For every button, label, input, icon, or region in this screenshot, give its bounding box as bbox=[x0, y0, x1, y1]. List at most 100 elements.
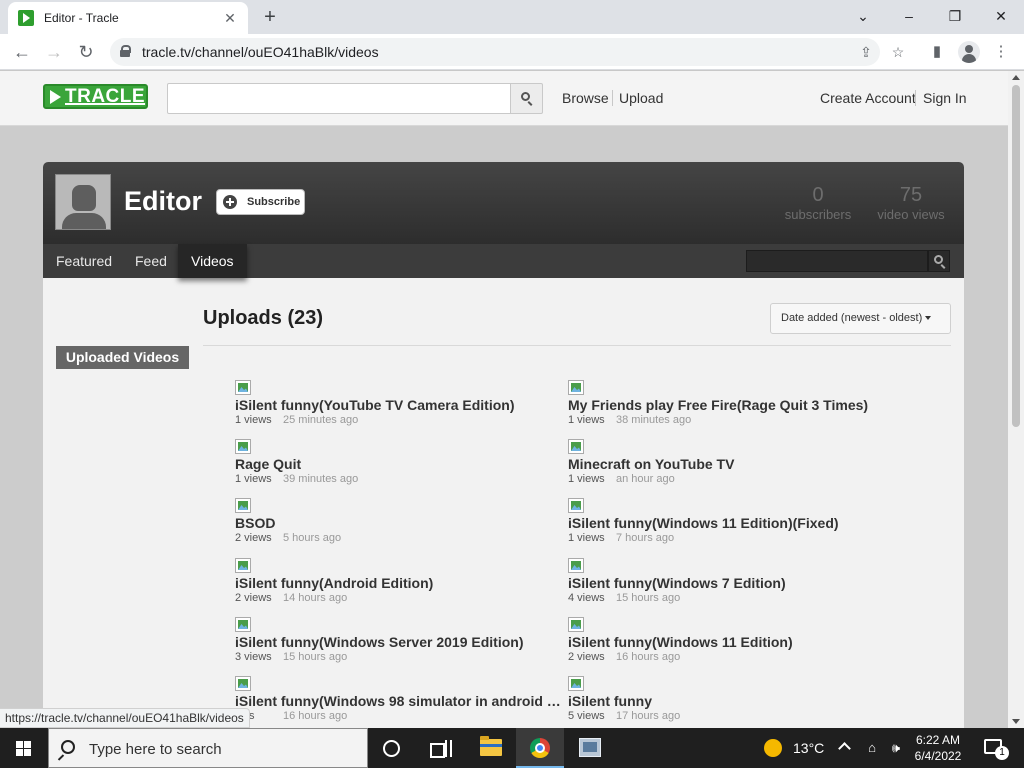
tray-chevron-up-icon[interactable] bbox=[838, 742, 851, 755]
video-item[interactable]: iSilent funny(Windows 7 Edition) 4 views 1… bbox=[568, 558, 898, 612]
network-icon[interactable]: ⌂ bbox=[862, 739, 882, 757]
back-icon[interactable]: ← bbox=[10, 40, 34, 64]
video-item[interactable]: iSilent funny(Windows 11 Edition) 2 views… bbox=[568, 617, 898, 671]
video-title[interactable]: iSilent funny(Windows 11 Edition)(Fixed) bbox=[568, 515, 898, 531]
video-thumbnail-icon[interactable] bbox=[568, 380, 584, 395]
tab-close-icon[interactable]: ✕ bbox=[222, 10, 238, 27]
temperature[interactable]: 13°C bbox=[793, 740, 824, 756]
video-upload-time: 38 minutes ago bbox=[616, 414, 692, 426]
channel-search-input[interactable] bbox=[746, 250, 928, 272]
cortana-icon[interactable] bbox=[383, 740, 400, 757]
video-item[interactable]: Rage Quit 1 views 39 minutes ago bbox=[235, 439, 565, 493]
video-title[interactable]: Minecraft on YouTube TV bbox=[568, 456, 898, 472]
sort-dropdown[interactable]: Date added (newest - oldest) bbox=[770, 303, 951, 334]
bookmark-star-icon[interactable]: ☆ bbox=[888, 42, 908, 62]
video-title[interactable]: BSOD bbox=[235, 515, 565, 531]
volume-icon[interactable]: 🕪 bbox=[886, 739, 906, 757]
channel-avatar[interactable] bbox=[55, 174, 111, 230]
video-title[interactable]: iSilent funny(Windows 7 Edition) bbox=[568, 575, 898, 591]
tab-feed[interactable]: Feed bbox=[122, 244, 180, 278]
video-views: 1 views bbox=[568, 473, 605, 485]
video-title[interactable]: iSilent funny(Windows 11 Edition) bbox=[568, 634, 898, 650]
video-thumbnail-icon[interactable] bbox=[235, 676, 251, 691]
video-title[interactable]: iSilent funny bbox=[568, 693, 898, 709]
video-thumbnail-icon[interactable] bbox=[568, 676, 584, 691]
video-item[interactable]: iSilent funny 5 views 17 hours ago bbox=[568, 676, 898, 728]
new-tab-button[interactable]: + bbox=[258, 5, 282, 29]
task-view-icon[interactable] bbox=[430, 740, 452, 758]
video-thumbnail-icon[interactable] bbox=[568, 498, 584, 513]
reload-icon[interactable]: ↻ bbox=[74, 40, 98, 64]
browser-tab[interactable]: Editor - Tracle ✕ bbox=[8, 2, 248, 34]
address-bar[interactable]: tracle.tv/channel/ouEO41haBlk/videos ⇪ ☆ bbox=[110, 38, 904, 66]
video-title[interactable]: iSilent funny(Windows Server 2019 Editio… bbox=[235, 634, 565, 650]
address-url[interactable]: tracle.tv/channel/ouEO41haBlk/videos bbox=[142, 44, 379, 60]
video-item[interactable]: Minecraft on YouTube TV 1 views an hour ag… bbox=[568, 439, 898, 493]
taskbar-search-box[interactable]: Type here to search bbox=[48, 728, 368, 768]
tracle-favicon-icon bbox=[18, 10, 34, 26]
subscriber-label: subscribers bbox=[784, 207, 852, 222]
page-scrollbar[interactable] bbox=[1008, 71, 1024, 728]
video-item[interactable]: iSilent funny(YouTube TV Camera Edition)… bbox=[235, 380, 565, 434]
video-thumbnail-icon[interactable] bbox=[235, 380, 251, 395]
video-views: 2 views bbox=[235, 532, 272, 544]
side-panel-icon[interactable]: ▮ bbox=[926, 41, 948, 63]
tab-search-chevron-icon[interactable]: ⌄ bbox=[840, 4, 886, 28]
upload-link[interactable]: Upload bbox=[619, 90, 663, 106]
video-thumbnail-icon[interactable] bbox=[235, 558, 251, 573]
video-title[interactable]: iSilent funny(Android Edition) bbox=[235, 575, 565, 591]
clock[interactable]: 6:22 AM 6/4/2022 bbox=[912, 732, 964, 764]
scroll-up-icon[interactable] bbox=[1012, 75, 1020, 80]
sort-label: Date added (newest - oldest) bbox=[781, 312, 923, 324]
browser-menu-icon[interactable]: ⋮ bbox=[990, 41, 1012, 63]
video-item[interactable]: iSilent funny(Windows 11 Edition)(Fixed)… bbox=[568, 498, 898, 552]
video-thumbnail-icon[interactable] bbox=[235, 439, 251, 454]
video-view-count: 75 bbox=[899, 184, 923, 206]
video-title[interactable]: My Friends play Free Fire(Rage Quit 3 Ti… bbox=[568, 397, 898, 413]
forward-icon[interactable]: → bbox=[42, 40, 66, 64]
video-thumbnail-icon[interactable] bbox=[235, 617, 251, 632]
video-views: 1 views bbox=[568, 414, 605, 426]
scroll-down-icon[interactable] bbox=[1012, 719, 1020, 724]
uploaded-videos-button[interactable]: Uploaded Videos bbox=[56, 346, 189, 369]
video-item[interactable]: My Friends play Free Fire(Rage Quit 3 Ti… bbox=[568, 380, 898, 434]
site-search-input[interactable] bbox=[167, 83, 511, 114]
browse-link[interactable]: Browse bbox=[562, 90, 609, 106]
tracle-logo[interactable]: TRACLE bbox=[43, 84, 148, 109]
video-item[interactable]: BSOD 2 views 5 hours ago bbox=[235, 498, 565, 552]
subscribe-button[interactable]: Subscribe bbox=[216, 189, 305, 215]
video-thumbnail-icon[interactable] bbox=[568, 617, 584, 632]
video-thumbnail-icon[interactable] bbox=[568, 439, 584, 454]
tab-featured[interactable]: Featured bbox=[43, 244, 125, 278]
channel-search-button[interactable] bbox=[928, 250, 950, 272]
share-icon[interactable]: ⇪ bbox=[856, 42, 876, 62]
chrome-taskbar-button[interactable] bbox=[516, 728, 564, 768]
start-button[interactable] bbox=[0, 728, 48, 768]
restore-button[interactable]: ❐ bbox=[932, 4, 978, 28]
site-search-button[interactable] bbox=[510, 83, 543, 114]
weather-sun-icon[interactable] bbox=[764, 739, 782, 757]
video-views: 3 views bbox=[235, 651, 272, 663]
minimize-button[interactable]: – bbox=[886, 4, 932, 28]
file-explorer-button[interactable] bbox=[466, 728, 514, 768]
subscribe-label: Subscribe bbox=[247, 196, 301, 208]
taskbar-search-placeholder: Type here to search bbox=[89, 741, 222, 758]
scroll-thumb[interactable] bbox=[1012, 85, 1020, 427]
video-title[interactable]: iSilent funny(Windows 98 simulator in an… bbox=[235, 693, 565, 709]
close-window-button[interactable]: ✕ bbox=[978, 4, 1024, 28]
video-upload-time: 39 minutes ago bbox=[283, 473, 359, 485]
video-title[interactable]: Rage Quit bbox=[235, 456, 565, 472]
video-item[interactable]: iSilent funny(Windows 98 simulator in an… bbox=[235, 676, 565, 728]
video-thumbnail-icon[interactable] bbox=[568, 558, 584, 573]
search-icon bbox=[521, 92, 530, 101]
video-item[interactable]: iSilent funny(Windows Server 2019 Editio… bbox=[235, 617, 565, 671]
video-item[interactable]: iSilent funny(Android Edition) 2 views 14 … bbox=[235, 558, 565, 612]
app-taskbar-button[interactable] bbox=[566, 728, 614, 768]
lock-icon[interactable] bbox=[120, 45, 131, 57]
sign-in-link[interactable]: Sign In bbox=[923, 90, 967, 106]
profile-avatar-icon[interactable] bbox=[958, 41, 980, 63]
video-title[interactable]: iSilent funny(YouTube TV Camera Edition) bbox=[235, 397, 565, 413]
tab-videos[interactable]: Videos bbox=[178, 244, 247, 278]
create-account-link[interactable]: Create Account bbox=[820, 90, 916, 106]
video-thumbnail-icon[interactable] bbox=[235, 498, 251, 513]
